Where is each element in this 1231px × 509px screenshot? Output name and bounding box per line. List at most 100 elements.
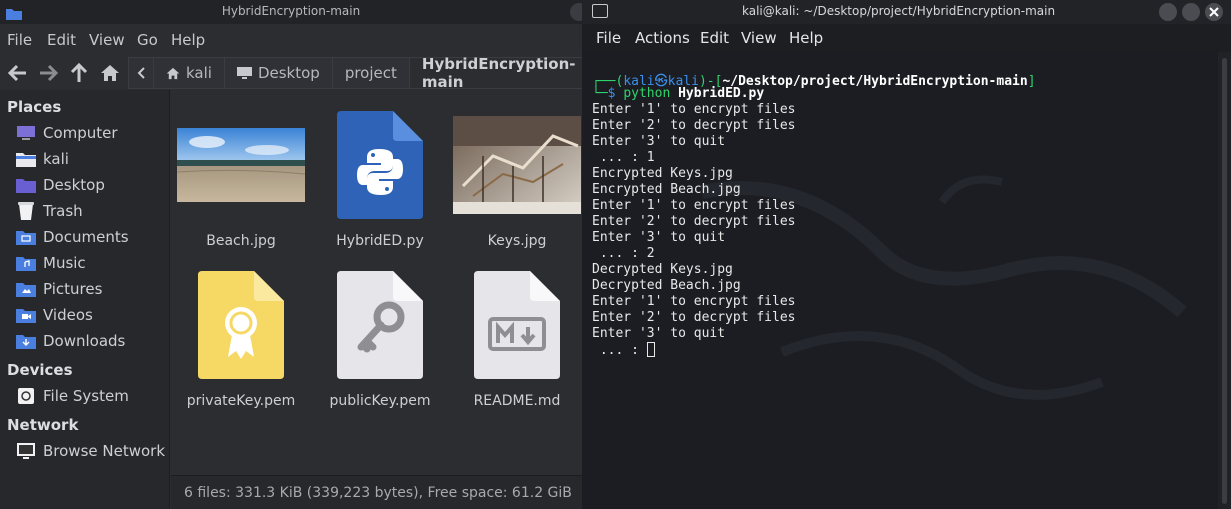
file-manager-window: HybridEncryption-main File Edit View Go …: [0, 0, 589, 509]
sidebar-item-browse-network[interactable]: Browse Network: [16, 439, 165, 463]
menu-help[interactable]: Help: [171, 31, 205, 49]
menu-view[interactable]: View: [89, 31, 125, 49]
output-line: Enter '3' to quit: [592, 230, 726, 245]
terminal-cursor: [646, 342, 655, 357]
close-icon: [1209, 7, 1219, 17]
forward-arrow-icon[interactable]: [37, 62, 59, 84]
output-line: Enter '3' to quit: [592, 326, 726, 341]
drive-icon: [16, 387, 36, 405]
sidebar-item-kali[interactable]: kali: [16, 147, 69, 171]
file-name: README.md: [473, 393, 561, 409]
sidebar-item-desktop[interactable]: Desktop: [16, 173, 105, 197]
python-file-icon: [310, 110, 450, 220]
terminal-menubar: File Actions Edit View Help: [582, 24, 1231, 52]
terminal-titlebar[interactable]: kali@kali: ~/Desktop/project/HybridEncry…: [582, 0, 1231, 24]
terminal-menu-actions[interactable]: Actions: [635, 29, 690, 47]
terminal-window-icon: [592, 4, 608, 18]
menu-go[interactable]: Go: [137, 31, 158, 49]
menu-file[interactable]: File: [7, 31, 32, 49]
sidebar-item-downloads[interactable]: Downloads: [16, 329, 125, 353]
beach-photo-thumbnail: [171, 110, 311, 220]
terminal-menu-help[interactable]: Help: [789, 29, 823, 47]
close-button[interactable]: [1205, 3, 1223, 21]
sidebar-item-computer[interactable]: Computer: [16, 121, 118, 145]
file-item-keys[interactable]: Keys.jpg: [447, 110, 587, 260]
output-line: ... : 2: [592, 246, 655, 261]
places-heading: Places: [7, 98, 62, 116]
terminal-menu-edit[interactable]: Edit: [700, 29, 729, 47]
certificate-file-icon: [171, 270, 311, 380]
breadcrumb-hybridencryption-main[interactable]: HybridEncryption-main: [409, 55, 589, 91]
file-item-publickey[interactable]: publicKey.pem: [310, 270, 450, 420]
pictures-folder-icon: [16, 280, 36, 298]
markdown-file-icon: [447, 270, 587, 380]
minimize-button[interactable]: [1159, 3, 1177, 21]
file-name: Beach.jpg: [206, 233, 276, 249]
sidebar-item-file-system[interactable]: File System: [16, 384, 129, 408]
menu-edit[interactable]: Edit: [47, 31, 76, 49]
computer-icon: [16, 124, 36, 142]
scrollbar-thumb[interactable]: [1222, 58, 1227, 504]
file-item-hybrided[interactable]: HybridED.py: [310, 110, 450, 260]
music-folder-icon: [16, 254, 36, 272]
home-folder-icon: [16, 150, 36, 168]
output-line: Enter '1' to encrypt files: [592, 102, 796, 117]
up-arrow-icon[interactable]: [68, 62, 90, 84]
file-grid: Beach.jpg HybridED.py Keys.jpg privateKe…: [171, 90, 582, 475]
output-line: Decrypted Keys.jpg: [592, 262, 733, 277]
breadcrumb: kali Desktop project HybridEncryption-ma…: [128, 55, 589, 91]
file-manager-titlebar[interactable]: HybridEncryption-main: [0, 0, 588, 24]
videos-folder-icon: [16, 306, 36, 324]
downloads-folder-icon: [16, 332, 36, 350]
back-arrow-icon[interactable]: [7, 62, 29, 84]
desktop-icon: [236, 67, 252, 79]
sidebar-item-trash[interactable]: Trash: [16, 199, 83, 223]
output-line: Enter '1' to encrypt files: [592, 294, 796, 309]
breadcrumb-project[interactable]: project: [332, 57, 410, 89]
home-icon: [166, 67, 180, 79]
trash-icon: [16, 202, 36, 220]
desktop-folder-icon: [16, 176, 36, 194]
file-name: publicKey.pem: [329, 393, 431, 409]
output-line: Enter '2' to decrypt files: [592, 310, 796, 325]
output-line: ... : 1: [592, 150, 655, 165]
output-line: Enter '2' to decrypt files: [592, 214, 796, 229]
file-item-readme[interactable]: README.md: [447, 270, 587, 420]
key-file-icon: [310, 270, 450, 380]
places-sidebar: Places Computer kali Desktop Trash Docum…: [0, 90, 170, 509]
input-prompt-line: ... :: [592, 342, 655, 358]
sidebar-item-documents[interactable]: Documents: [16, 225, 129, 249]
documents-folder-icon: [16, 228, 36, 246]
chevron-left-icon: [137, 67, 145, 79]
breadcrumb-kali[interactable]: kali: [154, 57, 225, 89]
output-line: Encrypted Beach.jpg: [592, 182, 741, 197]
status-text: 6 files: 331.3 KiB (339,223 bytes), Free…: [184, 485, 572, 501]
sidebar-item-videos[interactable]: Videos: [16, 303, 93, 327]
file-item-privatekey[interactable]: privateKey.pem: [171, 270, 311, 420]
file-manager-menubar: File Edit View Go Help: [0, 24, 582, 56]
breadcrumb-scroll-left-button[interactable]: [128, 57, 154, 89]
terminal-output[interactable]: ┌──(kali㉿kali)-[~/Desktop/project/Hybrid…: [582, 52, 1218, 509]
sidebar-item-pictures[interactable]: Pictures: [16, 277, 102, 301]
terminal-menu-view[interactable]: View: [741, 29, 777, 47]
output-line: Encrypted Keys.jpg: [592, 166, 733, 181]
output-line: Enter '1' to encrypt files: [592, 198, 796, 213]
terminal-scrollbar[interactable]: [1218, 52, 1231, 509]
file-name: Keys.jpg: [487, 233, 547, 249]
output-line: Decrypted Beach.jpg: [592, 278, 741, 293]
terminal-title: kali@kali: ~/Desktop/project/HybridEncry…: [742, 4, 1056, 18]
file-manager-toolbar: kali Desktop project HybridEncryption-ma…: [0, 55, 589, 91]
file-item-beach[interactable]: Beach.jpg: [171, 110, 311, 260]
file-name: privateKey.pem: [186, 393, 296, 409]
terminal-window: kali@kali: ~/Desktop/project/HybridEncry…: [582, 0, 1231, 509]
status-bar: 6 files: 331.3 KiB (339,223 bytes), Free…: [171, 475, 582, 509]
devices-heading: Devices: [7, 361, 73, 379]
maximize-button[interactable]: [1182, 3, 1200, 21]
prompt-line-2: └─$ python HybridED.py: [592, 86, 765, 101]
terminal-menu-file[interactable]: File: [596, 29, 621, 47]
file-manager-title: HybridEncryption-main: [221, 4, 361, 18]
network-heading: Network: [7, 416, 79, 434]
sidebar-item-music[interactable]: Music: [16, 251, 86, 275]
breadcrumb-desktop[interactable]: Desktop: [224, 57, 333, 89]
home-icon[interactable]: [99, 62, 121, 84]
